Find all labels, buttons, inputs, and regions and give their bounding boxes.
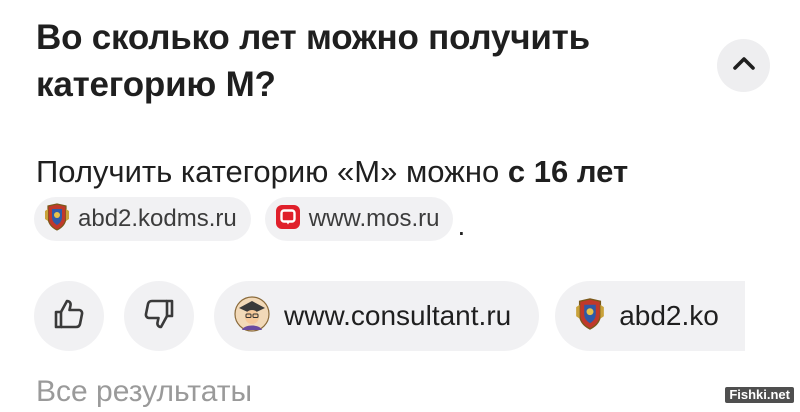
answer-period: . [457,210,466,241]
link-chip-abd2[interactable]: abd2.ko [555,281,746,351]
source-chip-abd2[interactable]: abd2.kodms.ru [34,197,251,241]
answer-text: Получить категорию «М» можно с 16 лет [36,150,628,194]
all-results-link[interactable]: Все результаты [36,372,252,412]
chevron-up-icon [732,55,756,76]
thumbs-down-icon [142,297,176,336]
consultant-avatar-icon [234,295,270,337]
coat-of-arms-icon [44,202,70,236]
dislike-button[interactable] [124,281,194,351]
link-chip-consultant[interactable]: www.consultant.ru [214,281,540,351]
answer-text-bold: с 16 лет [507,154,629,189]
mos-ru-icon [275,204,301,235]
actions-row: www.consultant.ru abd2.ko [34,281,746,351]
source-chip-label: www.mos.ru [308,205,440,232]
source-chip-mos[interactable]: www.mos.ru [264,197,454,241]
watermark: Fishki.net [725,387,794,403]
answer-text-regular: Получить категорию «М» можно [36,154,508,189]
like-button[interactable] [34,281,104,351]
thumbs-up-icon [52,297,86,336]
collapse-button[interactable] [717,39,770,92]
coat-of-arms-icon [575,297,605,336]
link-chip-label: www.consultant.ru [284,300,512,331]
source-chip-label: abd2.kodms.ru [78,205,237,232]
source-chips: abd2.kodms.ru www.mos.ru . [34,197,465,241]
question-title: Во сколько лет можно получить категорию … [36,18,590,104]
link-chip-label: abd2.ko [619,300,719,331]
